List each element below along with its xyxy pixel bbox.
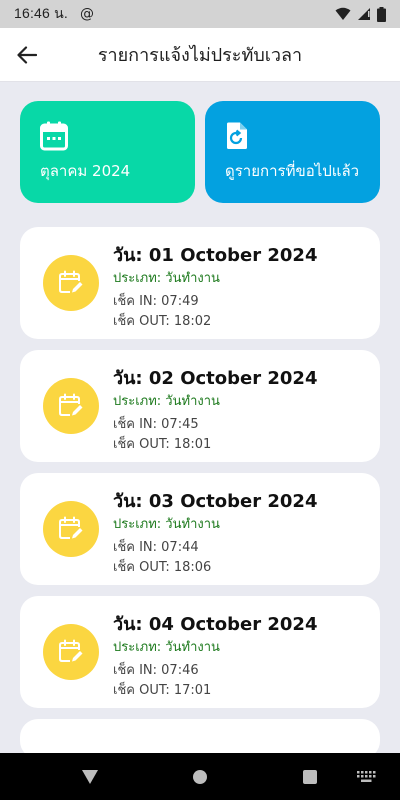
- check-in-time: เช็ค IN: 07:46: [113, 663, 199, 678]
- day-type: ประเภท: วันทำงาน: [113, 271, 220, 286]
- system-nav-bar: [0, 753, 400, 800]
- page-title: รายการแจ้งไม่ประทับเวลา: [97, 45, 303, 66]
- battery-icon: [377, 6, 386, 22]
- day-date: วัน: 01 October 2024: [113, 245, 318, 266]
- wifi-icon: [335, 7, 351, 20]
- top-cards: ตุลาคม 2024 ดูรายการที่ขอไปแล้ว: [20, 101, 380, 203]
- day-type: ประเภท: วันทำงาน: [113, 394, 220, 409]
- check-in-time: เช็ค IN: 07:49: [113, 294, 199, 309]
- check-out-time: เช็ค OUT: 17:01: [113, 683, 212, 698]
- check-out-time: เช็ค OUT: 18:06: [113, 560, 212, 575]
- day-date: วัน: 04 October 2024: [113, 614, 318, 635]
- nav-home-button[interactable]: [170, 753, 230, 800]
- list-item[interactable]: วัน: 02 October 2024 ประเภท: วันทำงาน เช…: [20, 350, 380, 462]
- check-out-time: เช็ค OUT: 18:02: [113, 314, 212, 329]
- calendar-edit-icon: [59, 270, 83, 293]
- nav-back-button[interactable]: [60, 753, 120, 800]
- calendar-edit-badge: [43, 255, 99, 311]
- back-button[interactable]: [0, 28, 54, 82]
- check-out-time: เช็ค OUT: 18:01: [113, 437, 212, 452]
- list-item[interactable]: วัน: 03 October 2024 ประเภท: วันทำงาน เช…: [20, 473, 380, 585]
- calendar-edit-badge: [43, 501, 99, 557]
- check-in-time: เช็ค IN: 07:44: [113, 540, 199, 555]
- day-list: วัน: 01 October 2024 ประเภท: วันทำงาน เช…: [20, 227, 380, 770]
- month-label: ตุลาคม 2024: [40, 162, 131, 180]
- signal-icon: [358, 8, 370, 20]
- nav-recents-button[interactable]: [280, 753, 340, 800]
- at-sign-icon: @: [79, 6, 94, 22]
- list-item[interactable]: วัน: 01 October 2024 ประเภท: วันทำงาน เช…: [20, 227, 380, 339]
- check-in-time: เช็ค IN: 07:45: [113, 417, 199, 432]
- calendar-edit-icon: [59, 639, 83, 662]
- day-type: ประเภท: วันทำงาน: [113, 517, 220, 532]
- status-time: 16:46 น.: [14, 5, 68, 21]
- day-type: ประเภท: วันทำงาน: [113, 640, 220, 655]
- square-recents-icon: [303, 769, 317, 784]
- history-icon: [227, 122, 247, 149]
- view-requests-label: ดูรายการที่ขอไปแล้ว: [225, 162, 360, 180]
- day-date: วัน: 02 October 2024: [113, 368, 318, 389]
- calendar-edit-icon: [59, 516, 83, 539]
- day-date: วัน: 03 October 2024: [113, 491, 318, 512]
- month-selector-card[interactable]: ตุลาคม 2024: [20, 101, 195, 203]
- calendar-edit-badge: [43, 378, 99, 434]
- calendar-icon: [40, 121, 68, 151]
- app-bar: รายการแจ้งไม่ประทับเวลา: [0, 28, 400, 82]
- nav-keyboard-button[interactable]: [336, 753, 396, 800]
- list-item[interactable]: วัน: 04 October 2024 ประเภท: วันทำงาน เช…: [20, 596, 380, 708]
- keyboard-icon: [357, 770, 376, 782]
- calendar-edit-icon: [59, 393, 83, 416]
- triangle-back-icon: [82, 769, 98, 784]
- circle-home-icon: [193, 769, 207, 784]
- back-arrow-icon: [17, 45, 37, 64]
- status-bar: 16:46 น. @: [0, 0, 400, 28]
- calendar-edit-badge: [43, 624, 99, 680]
- view-requests-card[interactable]: ดูรายการที่ขอไปแล้ว: [205, 101, 380, 203]
- status-icons: [335, 6, 386, 22]
